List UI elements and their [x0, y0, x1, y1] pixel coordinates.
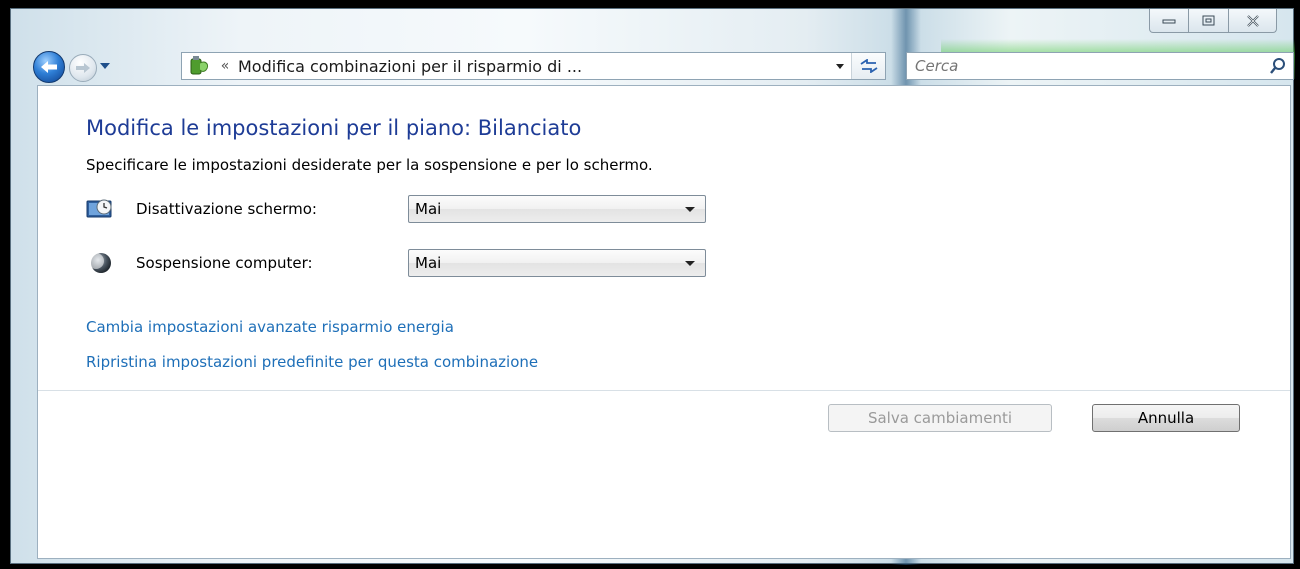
- search-box[interactable]: [906, 52, 1294, 80]
- recent-pages-dropdown-icon[interactable]: [99, 61, 111, 71]
- window: « Modifica combinazioni per il risparmio…: [10, 8, 1295, 565]
- maximize-icon: [1202, 15, 1214, 25]
- minimize-button[interactable]: [1149, 9, 1189, 33]
- power-options-icon: [190, 56, 209, 75]
- setting-row-display: Disattivazione schermo: Mai: [86, 194, 706, 224]
- search-input[interactable]: [915, 57, 1263, 75]
- setting-row-sleep: Sospensione computer: Mai: [86, 248, 706, 278]
- refresh-icon: [860, 59, 877, 73]
- address-dropdown-button[interactable]: [829, 62, 851, 70]
- advanced-settings-link[interactable]: Cambia impostazioni avanzate risparmio e…: [86, 318, 454, 336]
- navigation-bar: « Modifica combinazioni per il risparmio…: [33, 49, 1294, 83]
- caption-buttons: [1149, 9, 1277, 35]
- sleep-label: Sospensione computer:: [136, 254, 313, 272]
- restore-defaults-link[interactable]: Ripristina impostazioni predefinite per …: [86, 353, 538, 371]
- address-bar[interactable]: « Modifica combinazioni per il risparmio…: [181, 52, 886, 80]
- chevron-down-icon: [685, 260, 695, 266]
- breadcrumb-chevron[interactable]: «: [212, 58, 238, 74]
- display-off-label: Disattivazione schermo:: [136, 200, 317, 218]
- chevron-down-icon: [685, 206, 695, 212]
- close-button[interactable]: [1229, 9, 1277, 33]
- minimize-icon: [1162, 19, 1176, 23]
- sleep-select[interactable]: Mai: [408, 249, 706, 277]
- search-button[interactable]: [1263, 57, 1293, 75]
- cancel-button[interactable]: Annulla: [1092, 404, 1240, 432]
- display-off-select[interactable]: Mai: [408, 195, 706, 223]
- sleep-value: Mai: [415, 254, 442, 272]
- monitor-clock-icon: [86, 197, 120, 221]
- divider: [38, 390, 1290, 391]
- chevron-down-icon: [836, 64, 844, 69]
- refresh-button[interactable]: [851, 53, 885, 79]
- content-panel: Modifica le impostazioni per il piano: B…: [37, 85, 1291, 559]
- page-description: Specificare le impostazioni desiderate p…: [86, 156, 653, 174]
- forward-arrow-icon: [76, 63, 90, 73]
- display-off-value: Mai: [415, 200, 442, 218]
- page-title: Modifica le impostazioni per il piano: B…: [86, 116, 582, 140]
- back-button[interactable]: [33, 51, 65, 83]
- back-arrow-icon: [41, 61, 57, 73]
- save-button[interactable]: Salva cambiamenti: [828, 404, 1052, 432]
- forward-button[interactable]: [69, 54, 97, 82]
- moon-sleep-icon: [86, 251, 120, 275]
- search-icon: [1270, 58, 1285, 74]
- close-icon: [1246, 14, 1259, 27]
- address-text[interactable]: Modifica combinazioni per il risparmio d…: [238, 57, 829, 76]
- maximize-button[interactable]: [1189, 9, 1229, 33]
